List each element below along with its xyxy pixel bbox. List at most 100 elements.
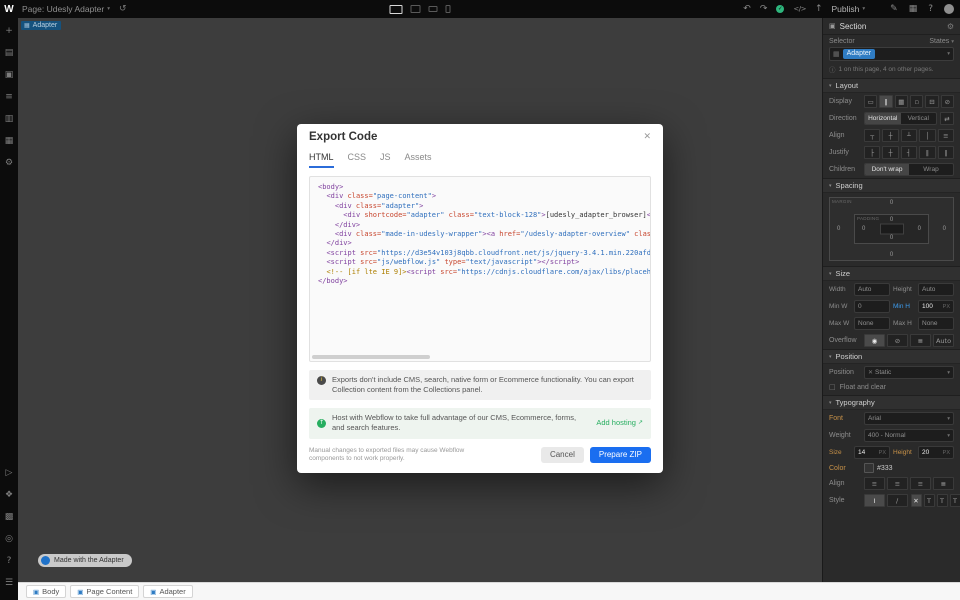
display-none-icon[interactable]: ⊘ — [941, 95, 954, 108]
align-start-icon[interactable]: ┬ — [864, 129, 880, 142]
redo-icon[interactable]: ↷ — [760, 5, 768, 14]
text-align-right-icon[interactable]: ≡ — [910, 477, 931, 490]
chevron-down-icon[interactable]: ▾ — [947, 51, 950, 57]
breakpoint-mobile-portrait-icon[interactable] — [446, 5, 451, 13]
webflow-logo-icon[interactable]: W — [0, 0, 18, 18]
prepare-zip-button[interactable]: Prepare ZIP — [590, 447, 651, 463]
display-inline-icon[interactable]: ⊟ — [925, 95, 938, 108]
justify-end-icon[interactable]: ┤ — [901, 146, 917, 159]
color-swatch[interactable] — [864, 463, 874, 473]
margin-top-value[interactable]: 0 — [890, 200, 893, 206]
min-height-field[interactable]: 100 PX — [918, 300, 954, 313]
page-selector[interactable]: Page: Udesly Adapter ▾ — [22, 4, 110, 14]
children-wrap-option[interactable]: Wrap — [909, 164, 953, 175]
undo-icon[interactable]: ↶ — [743, 5, 751, 14]
tab-js[interactable]: JS — [380, 152, 391, 168]
layout-section-header[interactable]: ▾ Layout — [823, 78, 960, 93]
width-field[interactable]: Auto — [854, 283, 890, 296]
code-viewer[interactable]: <body> <div class="page-content"> <div c… — [309, 176, 651, 362]
justify-center-icon[interactable]: ┼ — [882, 146, 898, 159]
add-hosting-link[interactable]: Add hosting ↗ — [596, 418, 643, 428]
marketplace-icon[interactable]: ❖ — [2, 488, 16, 502]
padding-top-value[interactable]: 0 — [890, 217, 893, 223]
overflow-hidden-icon[interactable]: ⊘ — [887, 334, 908, 347]
direction-horizontal-option[interactable]: Horizontal — [865, 113, 901, 124]
settings-icon[interactable]: ⚙ — [2, 156, 16, 170]
padding-bottom-value[interactable]: 0 — [890, 235, 893, 241]
help-icon[interactable]: ? — [928, 5, 933, 14]
margin-left-value[interactable]: 0 — [837, 226, 840, 232]
display-inline-block-icon[interactable]: ▫ — [910, 95, 923, 108]
class-token[interactable]: Adapter — [843, 49, 876, 59]
italic-off-icon[interactable]: I — [864, 494, 885, 507]
decoration-strikethrough-icon[interactable]: T — [924, 494, 935, 507]
made-with-adapter-badge[interactable]: Made with the Adapter — [38, 554, 132, 567]
justify-space-around-icon[interactable]: ∥ — [938, 146, 954, 159]
code-block[interactable]: <body> <div class="page-content"> <div c… — [310, 177, 650, 292]
align-stretch-icon[interactable]: │ — [919, 129, 935, 142]
spacing-section-header[interactable]: ▾ Spacing — [823, 178, 960, 193]
children-dont-wrap-option[interactable]: Don't wrap — [865, 164, 909, 175]
font-size-unit[interactable]: PX — [879, 450, 886, 456]
cancel-button[interactable]: Cancel — [541, 447, 584, 463]
padding-right-value[interactable]: 0 — [918, 226, 921, 232]
class-selector-input[interactable]: ▦ Adapter ▾ — [829, 47, 954, 61]
horizontal-scrollbar[interactable] — [312, 355, 430, 359]
pages-icon[interactable]: ▤ — [2, 46, 16, 60]
align-center-icon[interactable]: ┼ — [882, 129, 898, 142]
min-width-field[interactable]: 0 — [854, 300, 890, 313]
element-settings-icon[interactable]: ⚙ — [947, 22, 954, 31]
overflow-auto-icon[interactable]: Auto — [933, 334, 954, 347]
padding-left-value[interactable]: 0 — [862, 226, 865, 232]
help-icon[interactable]: ? — [2, 554, 16, 568]
tab-assets[interactable]: Assets — [405, 152, 432, 168]
text-align-left-icon[interactable]: ≡ — [864, 477, 885, 490]
spacing-control[interactable]: MARGIN 0 0 0 0 PADDING 0 0 0 0 — [829, 197, 954, 261]
add-elements-icon[interactable]: + — [2, 24, 16, 38]
tab-html[interactable]: HTML — [309, 152, 334, 168]
font-size-field[interactable]: 14 PX — [854, 446, 890, 459]
font-select[interactable]: Arial ▾ — [864, 412, 954, 425]
close-icon[interactable]: ✕ — [643, 132, 651, 142]
states-dropdown[interactable]: States ▾ — [929, 38, 954, 45]
padding-box[interactable]: PADDING 0 0 0 0 — [854, 214, 929, 244]
breakpoint-mobile-landscape-icon[interactable] — [429, 6, 438, 12]
export-code-icon[interactable]: </> — [793, 6, 806, 13]
max-height-field[interactable]: None — [918, 317, 954, 330]
history-icon[interactable]: ↺ — [119, 4, 127, 14]
overflow-visible-icon[interactable]: ◉ — [864, 334, 885, 347]
text-align-center-icon[interactable]: ≡ — [887, 477, 908, 490]
overflow-scroll-icon[interactable]: ≣ — [910, 334, 931, 347]
apps-grid-icon[interactable]: ▦ — [909, 5, 918, 14]
selected-element-badge[interactable]: ▦ Adapter — [21, 21, 61, 30]
decoration-underline-icon[interactable]: T — [937, 494, 948, 507]
margin-bottom-value[interactable]: 0 — [890, 252, 893, 258]
color-value[interactable]: #333 — [877, 465, 893, 472]
assets-icon[interactable]: ▦ — [2, 134, 16, 148]
typography-section-header[interactable]: ▾ Typography — [823, 395, 960, 410]
publish-button[interactable]: Publish ▾ — [832, 4, 866, 14]
breakpoint-tablet-icon[interactable] — [411, 5, 421, 13]
cms-icon[interactable]: ▥ — [2, 112, 16, 126]
display-flex-icon[interactable]: ∥ — [879, 95, 892, 108]
libraries-icon[interactable]: ▩ — [2, 510, 16, 524]
app-menu-icon[interactable]: ☰ — [2, 576, 16, 590]
position-section-header[interactable]: ▾ Position — [823, 349, 960, 364]
size-section-header[interactable]: ▾ Size — [823, 266, 960, 281]
search-icon[interactable]: ◎ — [2, 532, 16, 546]
editor-pencil-icon[interactable]: ✎ — [890, 5, 898, 14]
display-grid-icon[interactable]: ▦ — [895, 95, 908, 108]
display-block-icon[interactable]: ▭ — [864, 95, 877, 108]
decoration-none-icon[interactable]: ✕ — [911, 494, 922, 507]
line-height-unit[interactable]: PX — [943, 450, 950, 456]
decoration-overline-icon[interactable]: T — [950, 494, 960, 507]
height-field[interactable]: Auto — [918, 283, 954, 296]
margin-right-value[interactable]: 0 — [943, 226, 946, 232]
breadcrumb-item-page-content[interactable]: ▣ Page Content — [70, 585, 139, 598]
position-select[interactable]: ✕ Static ▾ — [864, 366, 954, 379]
float-and-clear-row[interactable]: □ Float and clear — [823, 381, 960, 395]
justify-start-icon[interactable]: ├ — [864, 146, 880, 159]
navigator-icon[interactable]: ≡ — [2, 90, 16, 104]
direction-vertical-option[interactable]: Vertical — [901, 113, 937, 124]
text-align-justify-icon[interactable]: ≣ — [933, 477, 954, 490]
